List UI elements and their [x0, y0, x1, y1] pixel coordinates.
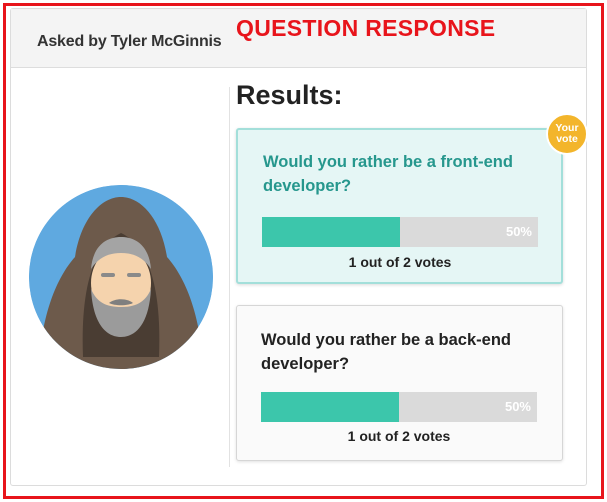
vote-progress-bar: 50% — [262, 217, 538, 247]
vertical-divider — [229, 87, 230, 467]
vote-percent: 50% — [505, 224, 532, 239]
vote-percent: 50% — [504, 399, 531, 414]
poll-option-front-end: Would you rather be a front-end develope… — [236, 128, 563, 284]
poll-option-back-end: Would you rather be a back-end developer… — [236, 305, 563, 461]
option-question: Would you rather be a front-end develope… — [263, 153, 513, 195]
option-question: Would you rather be a back-end developer… — [261, 331, 511, 373]
results-title: Results: — [236, 80, 343, 110]
hooded-man-avatar-icon — [29, 185, 213, 369]
vote-count: 1 out of 2 votes — [348, 254, 452, 270]
asked-by-author: Asked by Tyler McGinnis — [37, 33, 222, 50]
vote-progress-fill — [261, 392, 399, 422]
vote-progress-bar: 50% — [261, 392, 537, 422]
question-response-label: QUESTION RESPONSE — [236, 15, 496, 41]
your-vote-badge: Your vote — [546, 113, 588, 155]
vote-progress-fill — [262, 217, 400, 247]
vote-count: 1 out of 2 votes — [347, 428, 451, 444]
author-avatar — [29, 185, 213, 369]
